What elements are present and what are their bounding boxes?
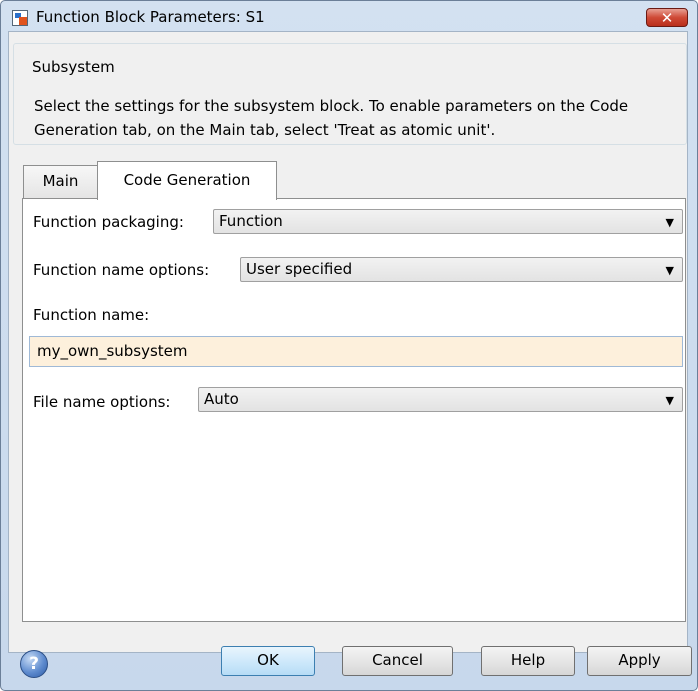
function-name-options-label: Function name options: [33,261,210,279]
subsystem-description: Select the settings for the subsystem bl… [34,97,629,139]
function-packaging-label: Function packaging: [33,213,184,231]
function-packaging-dropdown[interactable]: Function ▼ [213,209,683,234]
function-name-options-value: User specified [246,260,353,278]
help-question-icon[interactable]: ? [20,650,48,678]
help-button[interactable]: Help [481,646,575,676]
function-name-options-dropdown[interactable]: User specified ▼ [240,257,683,282]
chevron-down-icon: ▼ [665,394,674,407]
chevron-down-icon: ▼ [665,216,674,229]
window-title: Function Block Parameters: S1 [36,8,265,26]
file-name-options-value: Auto [204,390,239,408]
close-icon[interactable]: ✕ [646,8,688,27]
subsystem-group-legend: Subsystem [29,58,118,76]
cancel-button[interactable]: Cancel [342,646,453,676]
apply-button[interactable]: Apply [587,646,692,676]
tab-main[interactable]: Main [23,165,98,199]
function-packaging-value: Function [219,212,283,230]
ok-button[interactable]: OK [221,646,315,676]
function-name-input[interactable]: my_own_subsystem [29,336,683,367]
title-bar[interactable]: Function Block Parameters: S1 ✕ [1,1,697,32]
tab-code-generation[interactable]: Code Generation [97,161,277,200]
simulink-block-icon [12,10,28,26]
file-name-options-label: File name options: [33,393,171,411]
file-name-options-dropdown[interactable]: Auto ▼ [198,387,683,412]
chevron-down-icon: ▼ [665,264,674,277]
function-name-label: Function name: [33,306,150,324]
